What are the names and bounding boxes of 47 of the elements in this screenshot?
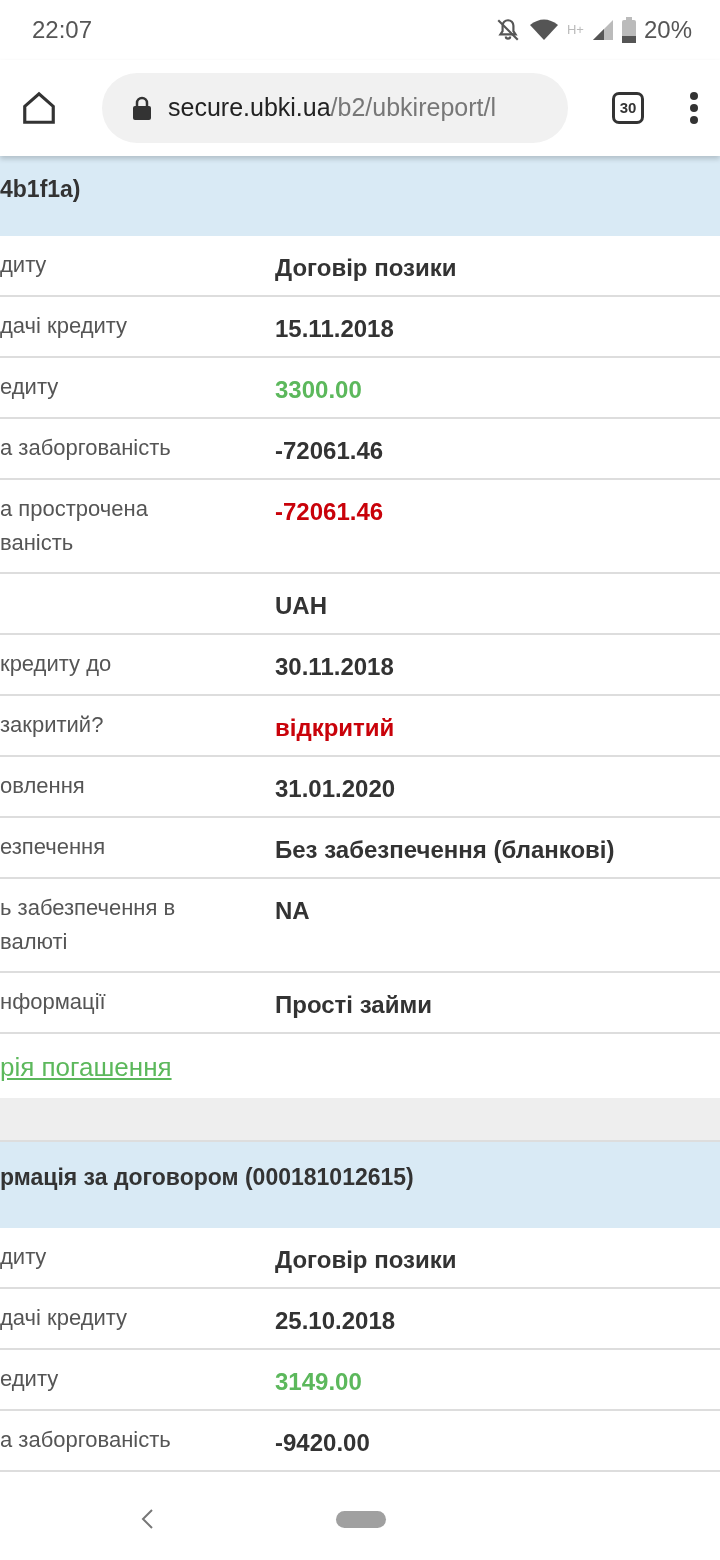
field-label: кредиту до (0, 650, 113, 678)
home-icon[interactable] (20, 89, 58, 127)
battery-icon (621, 17, 636, 43)
back-icon[interactable] (140, 1508, 154, 1530)
network-type: H+ (566, 21, 584, 39)
field-value: 30.11.2018 (275, 653, 394, 680)
field-label: нформації (0, 988, 107, 1016)
field-label: а заборгованість (0, 434, 172, 462)
field-value: Прості займи (275, 991, 432, 1018)
section-title: 4b1f1a) (0, 176, 81, 202)
field-label: едиту (0, 373, 60, 401)
field-label: едиту (0, 1365, 60, 1393)
field-label: дитy (0, 1243, 48, 1271)
field-value: 3300.00 (275, 376, 362, 403)
home-pill[interactable] (336, 1510, 386, 1528)
tab-switcher[interactable]: 30 (612, 92, 644, 124)
field-label: а прострочена ваність (0, 495, 149, 557)
field-value: NA (275, 897, 310, 924)
lock-icon (132, 96, 152, 120)
field-value: відкритий (275, 714, 395, 741)
url-text: secure.ubki.ua/b2/ubkireport/l (168, 92, 496, 124)
field-value: -72061.46 (275, 437, 384, 464)
menu-icon[interactable] (688, 92, 700, 124)
field-value: UAH (275, 592, 327, 619)
field-value: 15.11.2018 (275, 315, 394, 342)
wifi-icon (528, 18, 559, 42)
signal-icon (591, 19, 614, 41)
field-value: -9420.00 (275, 1429, 370, 1456)
battery-level: 20% (643, 15, 692, 45)
field-label: дачі кредиту (0, 1304, 129, 1332)
field-label: закритий? (0, 711, 105, 739)
field-value: 3149.00 (275, 1368, 362, 1395)
field-value: Договір позики (275, 254, 457, 281)
field-label: а заборгованість (0, 1426, 172, 1454)
field-value: -72061.46 (275, 498, 384, 525)
section-title: рмація за договором (000181012615) (0, 1164, 414, 1190)
field-label: ь забезпечення в валюті (0, 894, 177, 956)
address-bar[interactable]: secure.ubki.ua/b2/ubkireport/l (102, 73, 568, 143)
field-value: 25.10.2018 (275, 1307, 396, 1334)
field-label: овлення (0, 772, 86, 800)
field-label: дачі кредиту (0, 312, 129, 340)
field-label: дитy (0, 251, 48, 279)
field-label: езпечення (0, 833, 107, 861)
field-value: Без забезпечення (бланкові) (275, 836, 615, 863)
clock: 22:07 (32, 15, 93, 45)
field-value: Договір позики (275, 1246, 457, 1273)
field-value: 31.01.2020 (275, 775, 396, 802)
